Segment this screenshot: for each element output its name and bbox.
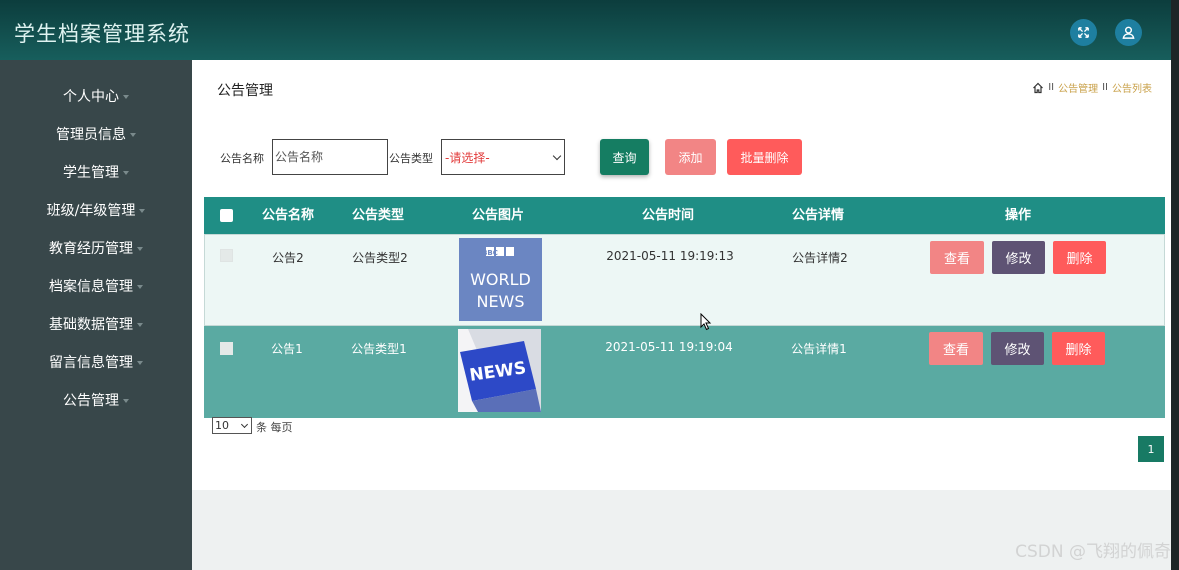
view-button[interactable]: 查看 — [929, 332, 983, 365]
announcement-time: 2021-05-11 19:19:04 — [605, 340, 733, 354]
sidebar-item-messages[interactable]: 留言信息管理 — [0, 343, 192, 381]
sidebar-item-label: 个人中心 — [63, 89, 119, 105]
sidebar-item-students[interactable]: 学生管理 — [0, 153, 192, 191]
sidebar-item-label: 公告管理 — [63, 393, 119, 409]
table-row[interactable]: 公告2 公告类型2 BBC WORLD NEWS 2021-05-11 19:1… — [204, 234, 1165, 326]
sidebar-item-personal-center[interactable]: 个人中心 — [0, 77, 192, 115]
sidebar-item-label: 教育经历管理 — [49, 241, 133, 257]
sidebar-item-label: 留言信息管理 — [49, 355, 133, 371]
page-button-current[interactable]: 1 — [1138, 436, 1164, 462]
type-select-value: -请选择- — [445, 150, 490, 165]
column-header: 公告详情 — [791, 208, 844, 223]
sidebar-item-basic-data[interactable]: 基础数据管理 — [0, 305, 192, 343]
news-text: NEWS — [476, 292, 524, 311]
chevron-down-icon — [123, 399, 129, 403]
batch-delete-button[interactable]: 批量删除 — [727, 139, 802, 175]
sidebar: 个人中心 管理员信息 学生管理 班级/年级管理 教育经历管理 档案信息管理 基础… — [0, 60, 192, 570]
sidebar-item-label: 管理员信息 — [56, 127, 126, 143]
column-header: 公告图片 — [471, 208, 524, 223]
page-title: 公告管理 — [217, 83, 273, 99]
main-panel: 公告管理 II 公告管理 II 公告列表 公告名称 公告类型 -请选择- 查询 … — [192, 60, 1171, 490]
breadcrumb: II 公告管理 II 公告列表 — [1032, 80, 1152, 95]
chevron-down-icon — [130, 133, 136, 137]
announcement-table: 公告名称 公告类型 公告图片 公告时间 公告详情 操作 公告2 公告类型2 BB… — [204, 197, 1165, 418]
chevron-down-icon — [123, 171, 129, 175]
type-select[interactable]: -请选择- — [441, 139, 565, 175]
world-text: WORLD — [470, 270, 531, 289]
per-page-label: 条 每页 — [256, 421, 293, 434]
bbc-world-news-image: BBC WORLD NEWS — [459, 238, 542, 321]
sidebar-item-label: 档案信息管理 — [49, 279, 133, 295]
breadcrumb-separator: II — [1048, 82, 1055, 93]
chevron-down-icon — [552, 151, 562, 161]
announcement-detail: 公告详情1 — [791, 342, 847, 356]
mouse-cursor-icon — [700, 313, 712, 331]
delete-button[interactable]: 删除 — [1052, 332, 1105, 365]
column-header: 操作 — [1004, 208, 1031, 223]
sidebar-item-label: 学生管理 — [63, 165, 119, 181]
view-button[interactable]: 查看 — [930, 241, 984, 274]
top-bar: 学生档案管理系统 — [0, 0, 1179, 60]
table-row[interactable]: 公告1 公告类型1 NEWS 2021-05-11 19:19:04 公告详情1… — [204, 326, 1165, 418]
column-header: 公告时间 — [641, 208, 694, 223]
name-search-input[interactable] — [272, 139, 388, 175]
window-edge — [1171, 0, 1179, 570]
sidebar-item-label: 班级/年级管理 — [46, 203, 136, 219]
sidebar-item-label: 基础数据管理 — [49, 317, 133, 333]
column-header: 公告名称 — [261, 208, 314, 223]
chevron-down-icon — [137, 285, 143, 289]
chevron-down-icon — [139, 209, 146, 213]
home-icon[interactable] — [1032, 82, 1044, 94]
sidebar-item-education[interactable]: 教育经历管理 — [0, 229, 192, 267]
breadcrumb-item-announcements[interactable]: 公告管理 — [1058, 80, 1098, 95]
announcement-type: 公告类型2 — [352, 251, 408, 265]
row-checkbox[interactable] — [220, 342, 233, 355]
breadcrumb-item-list: 公告列表 — [1112, 84, 1152, 95]
page-size-select[interactable]: 10 — [212, 417, 252, 434]
column-header: 公告类型 — [351, 208, 404, 223]
chevron-down-icon — [240, 420, 249, 429]
news-key-image: NEWS — [458, 329, 541, 412]
sidebar-item-admin-info[interactable]: 管理员信息 — [0, 115, 192, 153]
chevron-down-icon — [137, 361, 143, 365]
name-label: 公告名称 — [220, 152, 264, 165]
table-header: 公告名称 公告类型 公告图片 公告时间 公告详情 操作 — [204, 197, 1165, 234]
delete-button[interactable]: 删除 — [1053, 241, 1106, 274]
announcement-name: 公告1 — [271, 342, 303, 356]
chevron-down-icon — [137, 247, 143, 251]
page-size-value: 10 — [215, 419, 229, 432]
bbc-text: BBC — [482, 249, 498, 257]
sidebar-item-class-grade[interactable]: 班级/年级管理 — [0, 191, 192, 229]
sidebar-item-archives[interactable]: 档案信息管理 — [0, 267, 192, 305]
edit-button[interactable]: 修改 — [991, 332, 1044, 365]
row-checkbox[interactable] — [220, 249, 233, 262]
sidebar-item-announcements[interactable]: 公告管理 — [0, 381, 192, 419]
query-button[interactable]: 查询 — [600, 139, 649, 175]
edit-button[interactable]: 修改 — [992, 241, 1045, 274]
announcement-detail: 公告详情2 — [792, 251, 848, 265]
fullscreen-icon[interactable] — [1070, 19, 1097, 46]
chevron-down-icon — [123, 95, 129, 99]
announcement-time: 2021-05-11 19:19:13 — [606, 249, 734, 263]
watermark: CSDN @飞翔的佩奇 — [1015, 542, 1171, 562]
announcement-type: 公告类型1 — [351, 342, 407, 356]
select-all-checkbox[interactable] — [220, 209, 233, 222]
add-button[interactable]: 添加 — [665, 139, 716, 175]
breadcrumb-separator: II — [1102, 82, 1108, 93]
announcement-name: 公告2 — [272, 251, 304, 265]
user-icon[interactable] — [1115, 19, 1142, 46]
chevron-down-icon — [137, 323, 143, 327]
app-title: 学生档案管理系统 — [14, 22, 190, 46]
type-label: 公告类型 — [389, 152, 433, 165]
